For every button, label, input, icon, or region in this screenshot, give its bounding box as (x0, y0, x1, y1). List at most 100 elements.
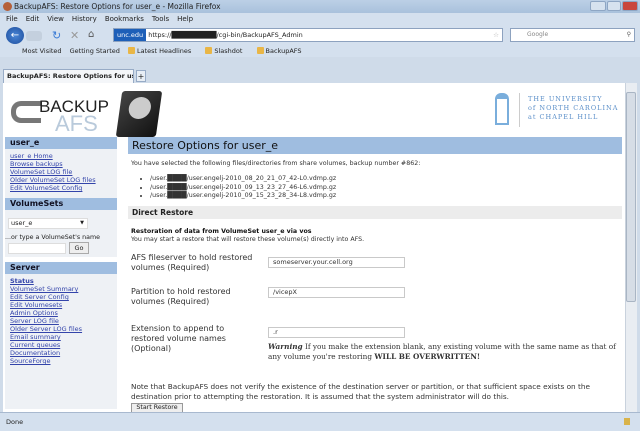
sidebar-server-links: Status VolumeSet Summary Edit Server Con… (5, 274, 117, 409)
sidebar-edit-volumeset-config[interactable]: Edit VolumeSet Config (5, 184, 117, 192)
bookmark-most-visited[interactable]: Most Visited (22, 47, 62, 55)
extension-label: Extension to append to restored volume n… (131, 324, 226, 353)
arrow-graphic (11, 101, 41, 123)
menu-file[interactable]: File (6, 15, 18, 23)
sidebar-volumeset-log[interactable]: VolumeSet LOG file (5, 168, 117, 176)
file-list: /user.████/user.engelj-2010_08_20_21_07_… (150, 175, 336, 201)
partition-label: Partition to hold restored volumes (Requ… (131, 287, 231, 306)
bookmark-label: BackupAFS (265, 47, 302, 55)
page-title: Restore Options for user_e (128, 137, 622, 154)
sidebar-volumesets-header: VolumeSets (5, 198, 117, 210)
start-restore-button[interactable]: Start Restore (131, 403, 183, 412)
sidebar-edit-volumesets[interactable]: Edit Volumesets (5, 301, 117, 309)
warning-emphasis: WILL BE OVERWRITTEN! (374, 352, 481, 361)
bookmark-getting-started[interactable]: Getting Started (70, 47, 120, 55)
menu-edit[interactable]: Edit (26, 15, 40, 23)
firefox-icon (3, 2, 12, 11)
sidebar-email-summary[interactable]: Email summary (5, 333, 117, 341)
logo-afs: AFS (55, 111, 98, 136)
stop-icon[interactable]: ✕ (70, 29, 79, 42)
menu-history[interactable]: History (72, 15, 97, 23)
lock-icon (624, 418, 630, 425)
volumeset-selected: user_e (11, 219, 33, 227)
sidebar-current-queues[interactable]: Current queues (5, 341, 117, 349)
sidebar-older-volumeset-logs[interactable]: Older VolumeSet LOG files (5, 176, 117, 184)
extension-warning: Warning If you make the extension blank,… (268, 342, 618, 362)
reload-icon[interactable]: ↻ (52, 29, 61, 42)
extension-input[interactable]: .r (268, 327, 405, 338)
fileserver-input[interactable]: someserver.your.cell.org (268, 257, 405, 268)
home-icon[interactable]: ⌂ (88, 29, 94, 40)
sidebar-server-log[interactable]: Server LOG file (5, 317, 117, 325)
sidebar-older-server-logs[interactable]: Older Server LOG files (5, 325, 117, 333)
new-tab-button[interactable]: + (136, 70, 146, 82)
direct-restore-header: Direct Restore (128, 206, 622, 219)
unc-line: of NORTH CAROLINA (528, 104, 619, 112)
page-content: BACKUP AFS THE UNIVERSITY of NORTH CAROL… (3, 83, 625, 412)
bookmark-latest-headlines[interactable]: Latest Headlines (127, 47, 197, 55)
menu-bookmarks[interactable]: Bookmarks (105, 15, 144, 23)
restoration-description: You may start a restore that will restor… (131, 236, 365, 243)
maximize-button[interactable] (607, 1, 621, 11)
partition-input[interactable]: /vicepX (268, 287, 405, 298)
chevron-down-icon: ▼ (80, 220, 84, 226)
url-bar[interactable]: unc.edu https://█████████/cgi-bin/Backup… (113, 28, 503, 42)
bookmark-label: Latest Headlines (136, 47, 192, 55)
close-button[interactable] (622, 1, 638, 11)
restoration-heading: Restoration of data from VolumeSet user_… (131, 228, 312, 235)
status-text: Done (6, 418, 24, 426)
restore-note: Note that BackupAFS does not verify the … (131, 382, 590, 401)
forward-button[interactable] (26, 31, 42, 41)
rss-icon (127, 47, 135, 54)
backupafs-logo: BACKUP AFS (11, 91, 171, 137)
sidebar-volumesets-box: user_e ▼ ...or type a VolumeSet's name Go (5, 210, 117, 257)
sidebar-documentation[interactable]: Documentation (5, 349, 117, 357)
minimize-button[interactable] (590, 1, 606, 11)
menu-help[interactable]: Help (177, 15, 193, 23)
bookmark-label: Slashdot (214, 47, 243, 55)
volumeset-name-input[interactable] (8, 243, 66, 254)
sidebar-sourceforge[interactable]: SourceForge (5, 357, 117, 365)
sidebar-browse-backups[interactable]: Browse backups (5, 160, 117, 168)
sidebar-edit-server-config[interactable]: Edit Server Config (5, 293, 117, 301)
unc-line: at CHAPEL HILL (528, 113, 599, 121)
status-bar: Done (0, 412, 640, 431)
menu-tools[interactable]: Tools (152, 15, 169, 23)
unc-old-well-logo (495, 93, 509, 125)
volumeset-select[interactable]: user_e ▼ (8, 218, 88, 229)
bookmark-backupafs[interactable]: BackupAFS (256, 47, 308, 55)
back-button[interactable]: ← (6, 27, 24, 44)
unc-wordmark: THE UNIVERSITY of NORTH CAROLINA at CHAP… (528, 95, 618, 122)
menu-view[interactable]: View (47, 15, 64, 23)
hard-drive-image (115, 91, 163, 137)
sidebar-admin-options[interactable]: Admin Options (5, 309, 117, 317)
selection-intro: You have selected the following files/di… (131, 160, 421, 167)
unc-line: THE UNIVERSITY (528, 95, 603, 103)
search-input[interactable]: Google ⚲ (510, 28, 635, 42)
bookmarks-toolbar: Most Visited Getting Started Latest Head… (0, 45, 640, 57)
url-text: https://█████████/cgi-bin/BackupAFS_Admi… (148, 31, 303, 39)
sidebar-status[interactable]: Status (5, 277, 117, 285)
search-icon[interactable]: ⚲ (627, 29, 631, 41)
search-placeholder: Google (527, 31, 549, 38)
sidebar-server-header: Server (5, 262, 117, 274)
file-item: /user.████/user.engelj-2010_09_15_23_28_… (150, 192, 336, 201)
warning-label: Warning (268, 342, 303, 351)
tab-backupafs[interactable]: BackupAFS: Restore Options for user_e (3, 69, 134, 83)
sidebar-user-links: user_e Home Browse backups VolumeSet LOG… (5, 149, 117, 199)
site-identity[interactable]: unc.edu (114, 29, 147, 41)
logo-divider (519, 93, 520, 127)
go-button[interactable]: Go (69, 242, 89, 254)
sidebar-volumeset-summary[interactable]: VolumeSet Summary (5, 285, 117, 293)
sidebar-user-header: user_e (5, 137, 117, 149)
sidebar-user-home[interactable]: user_e Home (5, 152, 117, 160)
bookmark-star-icon[interactable]: ☆ (493, 29, 499, 41)
rss-icon (256, 47, 264, 54)
bookmark-slashdot[interactable]: Slashdot (205, 47, 248, 55)
menu-bar: File Edit View History Bookmarks Tools Help (0, 13, 640, 26)
window-title: BackupAFS: Restore Options for user_e - … (0, 0, 640, 13)
file-item: /user.████/user.engelj-2010_09_13_23_27_… (150, 184, 336, 193)
scrollbar-thumb[interactable] (626, 92, 636, 302)
rss-icon (205, 47, 213, 54)
fileserver-label: AFS fileserver to hold restored volumes … (131, 253, 253, 272)
